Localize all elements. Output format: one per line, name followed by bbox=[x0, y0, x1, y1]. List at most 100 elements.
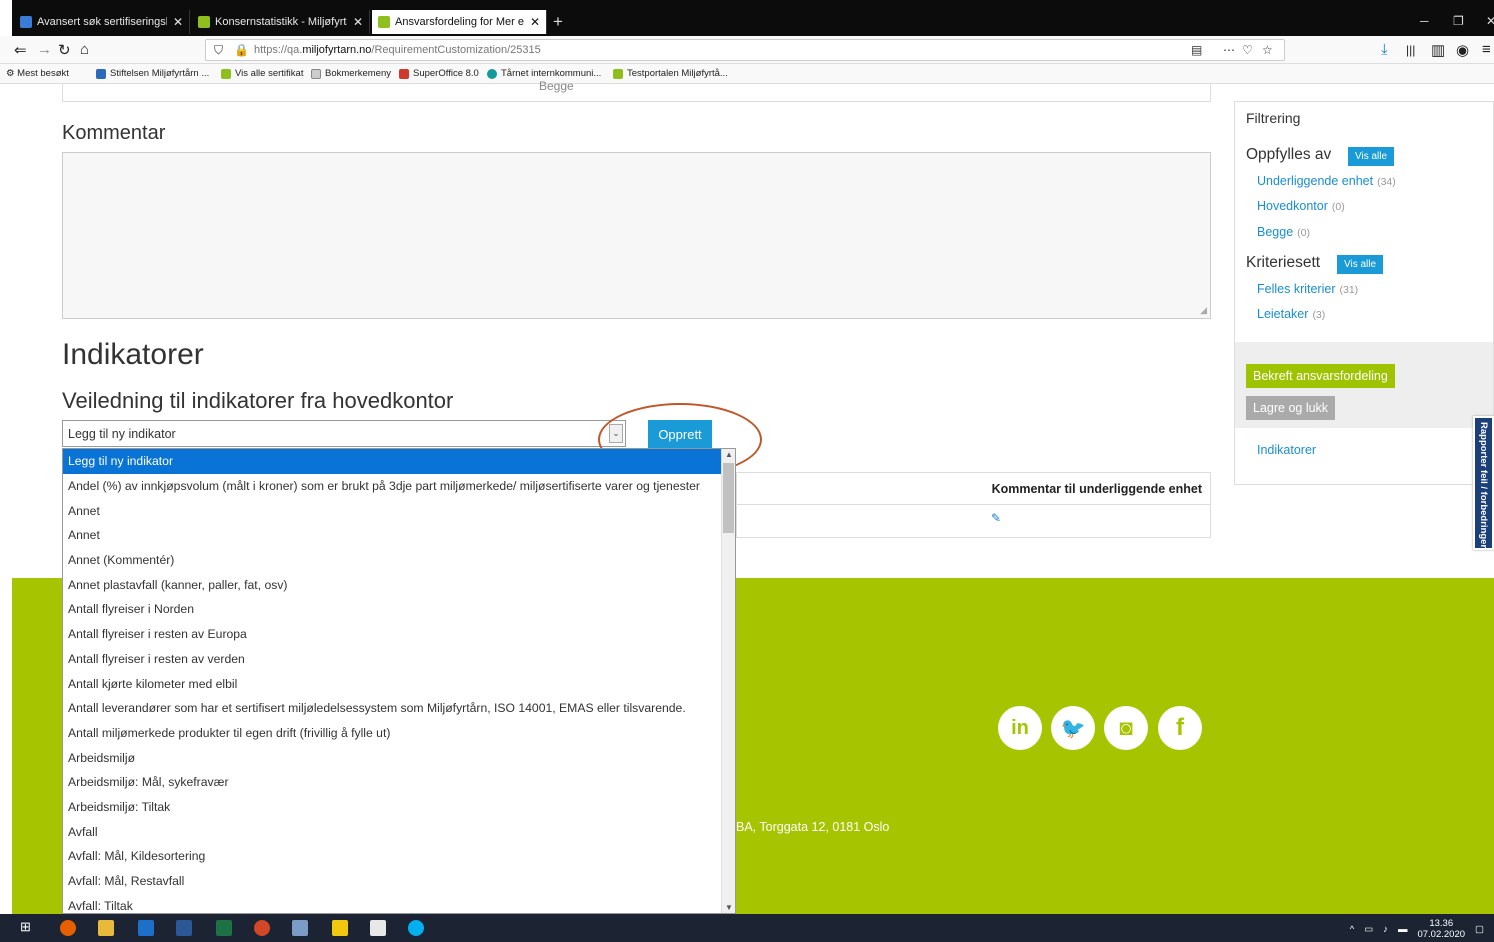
twitter-icon[interactable]: 🐦 bbox=[1051, 706, 1095, 750]
linkedin-icon[interactable]: in bbox=[998, 706, 1042, 750]
edit-pencil-icon[interactable]: ✎ bbox=[991, 511, 1001, 525]
dropdown-option[interactable]: Arbeidsmiljø: Mål, sykefravær bbox=[63, 770, 735, 795]
skype-icon[interactable] bbox=[408, 920, 424, 936]
filter-link[interactable]: Leietaker (3) bbox=[1257, 307, 1325, 321]
restore-icon[interactable]: ❐ bbox=[1453, 14, 1464, 28]
dropdown-option[interactable]: Annet bbox=[63, 523, 735, 548]
outlook-icon[interactable] bbox=[138, 920, 154, 936]
dropdown-option[interactable]: Antall kjørte kilometer med elbil bbox=[63, 671, 735, 696]
dropdown-option[interactable]: Annet plastavfall (kanner, paller, fat, … bbox=[63, 572, 735, 597]
resize-handle-icon[interactable]: ◢ bbox=[1200, 305, 1207, 316]
filter-link[interactable]: Begge (0) bbox=[1257, 225, 1310, 239]
close-tab-icon[interactable]: ✕ bbox=[173, 15, 183, 29]
show-all-button[interactable]: Vis alle bbox=[1348, 147, 1395, 166]
browser-tab-bar: Avansert søk sertifiseringskriter ✕ Kons… bbox=[0, 0, 1494, 36]
dropdown-option[interactable]: Avfall: Mål, Kildesortering bbox=[63, 844, 735, 869]
page-actions-icon[interactable]: ⋯ bbox=[1223, 43, 1235, 57]
firefox-icon[interactable] bbox=[60, 920, 76, 936]
indicator-dropdown-list[interactable]: Legg til ny indikator Andel (%) av innkjø… bbox=[62, 448, 736, 914]
bookmark-item[interactable]: SuperOffice 8.0 bbox=[399, 68, 479, 79]
comment-textarea[interactable]: ◢ bbox=[62, 152, 1211, 319]
battery-icon[interactable]: ▬ bbox=[1398, 924, 1408, 935]
dropdown-option[interactable]: Annet bbox=[63, 498, 735, 523]
word-icon[interactable] bbox=[176, 920, 192, 936]
browser-nav-bar: ⇐ → ↻ ⌂ ⛉ 🔒 https://qa.miljofyrtarn.no/R… bbox=[0, 36, 1494, 64]
powerpoint-icon[interactable] bbox=[254, 920, 270, 936]
close-window-icon[interactable]: ✕ bbox=[1486, 14, 1494, 28]
scroll-down-icon[interactable]: ▼ bbox=[725, 903, 733, 912]
bookmark-item[interactable]: Testportalen Miljøfyrtå... bbox=[613, 68, 728, 79]
reload-icon[interactable]: ↻ bbox=[58, 41, 71, 59]
pocket-icon[interactable]: ♡ bbox=[1242, 43, 1253, 57]
radio-option-partial[interactable]: Begge bbox=[539, 79, 574, 93]
bookmarks-bar: ⚙ Mest besøkt Stiftelsen Miljøfyrtårn ..… bbox=[0, 64, 1494, 84]
dropdown-scrollbar[interactable]: ▲ ▼ bbox=[721, 449, 735, 913]
tray-chevron-icon[interactable]: ^ bbox=[1350, 924, 1354, 935]
menu-icon[interactable]: ≡ bbox=[1482, 41, 1491, 58]
bookmark-item[interactable]: Tårnet internkommuni... bbox=[487, 68, 601, 79]
excel-icon[interactable] bbox=[216, 920, 232, 936]
dropdown-option[interactable]: Avfall: Tiltak bbox=[63, 893, 735, 913]
indicators-link[interactable]: Indikatorer bbox=[1257, 443, 1316, 457]
forward-icon[interactable]: → bbox=[37, 41, 52, 58]
notifications-icon[interactable]: ▢ bbox=[1475, 924, 1484, 935]
shield-icon[interactable]: ⛉ bbox=[214, 43, 223, 58]
browser-tab-1[interactable]: Avansert søk sertifiseringskriter ✕ bbox=[14, 10, 190, 34]
volume-icon[interactable]: ♪ bbox=[1383, 924, 1388, 935]
dropdown-option[interactable]: Antall flyreiser i Norden bbox=[63, 597, 735, 622]
site-favicon-icon bbox=[487, 68, 497, 79]
dropdown-option[interactable]: Annet (Kommentér) bbox=[63, 548, 735, 573]
site-favicon-icon bbox=[613, 68, 623, 79]
download-icon[interactable]: ⤓ bbox=[1381, 41, 1388, 58]
browser-tab-2[interactable]: Konsernstatistikk - Miljøfyrtårn ✕ bbox=[192, 10, 370, 34]
dropdown-option[interactable]: Arbeidsmiljø bbox=[63, 745, 735, 770]
bookmark-item[interactable]: ⚙ Mest besøkt bbox=[6, 68, 69, 79]
site-favicon-icon bbox=[20, 16, 32, 28]
bookmark-item[interactable]: Vis alle sertifikat bbox=[221, 68, 303, 79]
save-close-button[interactable]: Lagre og lukk bbox=[1246, 396, 1336, 420]
indicator-select[interactable]: Legg til ny indikator ⌄ bbox=[62, 420, 626, 447]
new-tab-icon[interactable]: + bbox=[553, 12, 563, 32]
filter-link[interactable]: Hovedkontor (0) bbox=[1257, 199, 1345, 213]
facebook-icon[interactable]: f bbox=[1158, 706, 1202, 750]
filter-link[interactable]: Felles kriterier (31) bbox=[1257, 282, 1358, 296]
windows-start-icon[interactable]: ⊞ bbox=[20, 919, 36, 935]
sticky-notes-icon[interactable] bbox=[332, 920, 348, 936]
scroll-thumb[interactable] bbox=[723, 463, 734, 533]
paint-icon[interactable] bbox=[292, 920, 308, 936]
feedback-tab[interactable]: Rapporter feil / forbedringer bbox=[1473, 416, 1494, 550]
bookmark-item[interactable]: Bokmerkemeny bbox=[311, 68, 391, 79]
account-icon[interactable]: ◉ bbox=[1456, 41, 1469, 59]
filter-link[interactable]: Underliggende enhet (34) bbox=[1257, 174, 1396, 188]
superoffice-icon[interactable] bbox=[370, 920, 386, 936]
gear-icon: ⚙ bbox=[6, 68, 15, 79]
dropdown-option[interactable]: Andel (%) av innkjøpsvolum (målt i krone… bbox=[63, 474, 735, 499]
dropdown-option[interactable]: Antall flyreiser i resten av verden bbox=[63, 647, 735, 672]
clock[interactable]: 13.36 07.02.2020 bbox=[1417, 918, 1465, 940]
show-all-button[interactable]: Vis alle bbox=[1337, 255, 1384, 274]
bookmark-star-icon[interactable]: ☆ bbox=[1262, 43, 1273, 57]
library-icon[interactable]: ||| bbox=[1406, 43, 1415, 57]
close-tab-icon[interactable]: ✕ bbox=[530, 15, 540, 29]
dropdown-option[interactable]: Avfall: Mål, Restavfall bbox=[63, 869, 735, 894]
bookmark-item[interactable]: Stiftelsen Miljøfyrtårn ... bbox=[96, 68, 209, 79]
dropdown-option[interactable]: Avfall bbox=[63, 819, 735, 844]
dropdown-option[interactable]: Arbeidsmiljø: Tiltak bbox=[63, 795, 735, 820]
sidebar-toggle-icon[interactable]: ▥ bbox=[1431, 41, 1445, 59]
dropdown-option[interactable]: Antall flyreiser i resten av Europa bbox=[63, 622, 735, 647]
scroll-up-icon[interactable]: ▲ bbox=[725, 450, 733, 459]
browser-tab-active[interactable]: Ansvarsfordeling for Mer enn k ✕ bbox=[372, 10, 547, 34]
back-icon[interactable]: ⇐ bbox=[14, 41, 27, 59]
dropdown-option[interactable]: Legg til ny indikator bbox=[63, 449, 735, 474]
dropdown-option[interactable]: Antall leverandører som har et sertifise… bbox=[63, 696, 735, 721]
instagram-icon[interactable]: ◙ bbox=[1104, 706, 1148, 750]
close-tab-icon[interactable]: ✕ bbox=[353, 15, 363, 29]
minimize-icon[interactable]: ─ bbox=[1420, 14, 1429, 28]
address-bar[interactable]: ⛉ 🔒 https://qa.miljofyrtarn.no/Requireme… bbox=[205, 39, 1285, 61]
home-icon[interactable]: ⌂ bbox=[80, 41, 89, 58]
file-explorer-icon[interactable] bbox=[98, 920, 114, 936]
dropdown-option[interactable]: Antall miljømerkede produkter til egen d… bbox=[63, 721, 735, 746]
reader-view-icon[interactable]: ▤ bbox=[1191, 43, 1202, 57]
confirm-responsibility-button[interactable]: Bekreft ansvarsfordeling bbox=[1246, 364, 1395, 388]
network-icon[interactable]: ▭ bbox=[1364, 924, 1373, 935]
